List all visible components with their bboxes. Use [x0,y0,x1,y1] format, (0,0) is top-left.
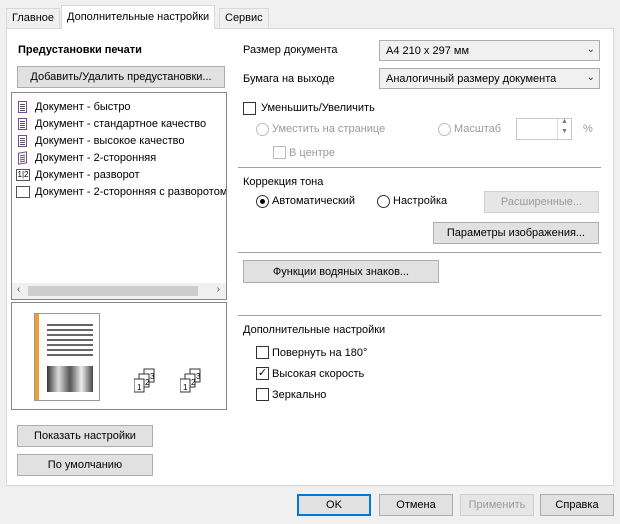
apply-button[interactable]: Применить [460,494,534,516]
tab-main[interactable]: Главное [6,8,61,28]
cancel-button[interactable]: Отмена [379,494,453,516]
list-item-label: Документ - разворот [35,169,140,181]
advanced-button[interactable]: Расширенные... [484,191,599,213]
scroll-left-icon[interactable]: ‹ [17,284,20,295]
list-item-label: Документ - высокое качество [35,135,185,147]
image-params-button[interactable]: Параметры изображения... [433,222,599,244]
tab-advanced-settings-label: Дополнительные настройки [67,11,210,23]
percent-label: % [583,123,593,135]
ok-button[interactable]: OK [297,494,371,516]
additional-settings-title: Дополнительные настройки [243,324,386,336]
svg-text:1: 1 [183,383,188,392]
list-item-label: Документ - быстро [35,101,131,113]
list-item[interactable]: Документ - 2-сторонняя с разворотом [16,184,227,200]
copies-collated-icon: 1 2 3 [179,367,208,398]
high-speed-checkbox[interactable]: ✓ [256,367,269,380]
list-item[interactable]: Документ - стандартное качество [16,116,206,132]
document-size-label: Размер документа [243,44,338,56]
spinner-buttons[interactable]: ▲ ▼ [557,118,571,139]
scroll-right-icon[interactable]: › [217,284,220,295]
scale-label: Масштаб [454,123,502,135]
list-item[interactable]: Документ - высокое качество [16,133,184,149]
rotate-180-checkbox[interactable] [256,346,269,359]
preview-binding-bar [35,314,39,400]
document-duplex-icon [16,150,30,165]
chevron-down-icon: ⌄ [586,44,595,55]
svg-text:3: 3 [150,372,155,381]
presets-list[interactable]: Документ - быстро Документ - стандартное… [11,92,227,300]
watermark-functions-button[interactable]: Функции водяных знаков... [243,260,439,283]
tab-main-label: Главное [12,12,55,24]
horizontal-scrollbar[interactable]: ‹ › [12,283,226,299]
document-duplex-booklet-icon [16,185,30,199]
spin-down-icon[interactable]: ▼ [561,128,568,135]
center-label: В центре [289,147,336,159]
high-speed-label: Высокая скорость [272,368,365,380]
tab-service-label: Сервис [225,12,263,24]
preview-image [47,366,93,392]
print-preview: 1 2 3 1 2 3 [11,302,227,410]
help-button[interactable]: Справка [540,494,614,516]
fit-page-radio[interactable] [256,123,269,136]
svg-text:3: 3 [196,372,201,381]
divider [238,252,601,253]
show-settings-button[interactable]: Показать настройки [17,425,153,447]
list-item-label: Документ - 2-сторонняя [35,152,157,164]
output-paper-select[interactable]: Аналогичный размеру документа ⌄ [379,68,600,89]
copies-collated-icon: 1 2 3 [133,367,162,398]
tone-custom-radio[interactable] [377,195,390,208]
scale-spinner[interactable]: ▲ ▼ [516,118,572,140]
fit-page-label: Уместить на странице [272,123,386,135]
mirror-label: Зеркально [272,389,327,401]
presets-title: Предустановки печати [18,44,142,56]
tone-custom-label: Настройка [393,195,448,207]
list-item[interactable]: 1|2 Документ - разворот [16,167,140,183]
document-size-value: A4 210 x 297 мм [386,44,470,57]
tab-service[interactable]: Сервис [219,8,269,28]
spin-up-icon[interactable]: ▲ [561,118,568,125]
center-checkbox[interactable] [273,146,286,159]
list-item[interactable]: Документ - 2-сторонняя [16,150,156,166]
add-remove-presets-button[interactable]: Добавить/Удалить предустановки... [17,66,225,88]
document-size-select[interactable]: A4 210 x 297 мм ⌄ [379,40,600,61]
default-button[interactable]: По умолчанию [17,454,153,476]
divider [238,315,601,316]
tone-auto-label: Автоматический [272,195,356,207]
checkmark-icon: ✓ [257,367,268,379]
list-item-label: Документ - стандартное качество [35,118,207,130]
output-paper-label: Бумага на выходе [243,73,335,85]
document-high-quality-icon [16,134,30,148]
tone-correction-title: Коррекция тона [243,176,324,188]
radio-selected-dot [260,199,265,204]
reduce-enlarge-label: Уменьшить/Увеличить [261,102,375,114]
document-fast-icon [16,100,30,114]
preview-text-lines [47,324,93,326]
tone-auto-radio[interactable] [256,195,269,208]
rotate-180-label: Повернуть на 180° [272,347,368,359]
mirror-checkbox[interactable] [256,388,269,401]
chevron-down-icon: ⌄ [586,72,595,83]
list-item[interactable]: Документ - быстро [16,99,131,115]
list-item-label: Документ - 2-сторонняя с разворотом [35,186,227,198]
reduce-enlarge-checkbox[interactable] [243,102,256,115]
scale-radio[interactable] [438,123,451,136]
scrollbar-thumb[interactable] [28,286,198,296]
document-booklet-icon: 1|2 [16,168,30,181]
tab-advanced-settings[interactable]: Дополнительные настройки [61,5,216,29]
output-paper-value: Аналогичный размеру документа [386,72,557,85]
preview-page [34,313,100,401]
document-standard-icon [16,117,30,131]
svg-text:1: 1 [137,383,142,392]
divider [238,167,601,168]
